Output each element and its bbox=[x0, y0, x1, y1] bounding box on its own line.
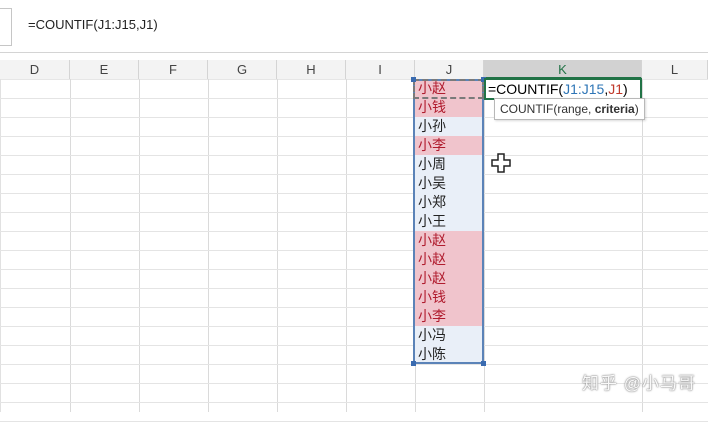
grid-row-line bbox=[0, 212, 708, 213]
selection-handle-bottom-right[interactable] bbox=[481, 361, 486, 366]
grid-row-line bbox=[0, 269, 708, 270]
grid-column-line bbox=[346, 79, 347, 412]
selection-handle-bottom-left[interactable] bbox=[411, 361, 416, 366]
cell-j1[interactable]: 小赵 bbox=[415, 79, 483, 98]
column-header-d[interactable]: D bbox=[0, 60, 70, 79]
grid-row-line bbox=[0, 345, 708, 346]
cell-j12[interactable]: 小钱 bbox=[415, 288, 483, 307]
grid-row-line bbox=[0, 136, 708, 137]
grid-column-line bbox=[642, 79, 643, 412]
grid-column-line bbox=[70, 79, 71, 412]
formula-input[interactable]: =COUNTIF(J1:J15,J1) bbox=[28, 17, 158, 32]
cell-j8[interactable]: 小王 bbox=[415, 212, 483, 231]
cell-j9[interactable]: 小赵 bbox=[415, 231, 483, 250]
formula-prefix: =COUNTIF( bbox=[488, 81, 564, 97]
grid-column-line bbox=[277, 79, 278, 412]
cell-j3[interactable]: 小孙 bbox=[415, 117, 483, 136]
watermark: 知乎 @小马哥 bbox=[582, 374, 696, 393]
function-tooltip: COUNTIF(range, criteria) bbox=[494, 98, 645, 120]
cell-j4[interactable]: 小李 bbox=[415, 136, 483, 155]
tooltip-signature: COUNTIF(range, bbox=[500, 102, 595, 116]
column-header-row: DEFGHIJKL bbox=[0, 60, 708, 80]
cell-j10[interactable]: 小赵 bbox=[415, 250, 483, 269]
formula-criteria-ref: J1 bbox=[608, 81, 623, 97]
grid-row-line bbox=[0, 231, 708, 232]
cell-j7[interactable]: 小郑 bbox=[415, 193, 483, 212]
grid-row-line bbox=[0, 326, 708, 327]
name-box[interactable] bbox=[0, 8, 12, 46]
grid-row-line bbox=[0, 402, 708, 403]
column-header-i[interactable]: I bbox=[346, 60, 415, 79]
cell-j13[interactable]: 小李 bbox=[415, 307, 483, 326]
formula-bar: =COUNTIF(J1:J15,J1) bbox=[0, 0, 708, 53]
grid-row-line bbox=[0, 364, 708, 365]
grid-row-line bbox=[0, 288, 708, 289]
cell-j14[interactable]: 小冯 bbox=[415, 326, 483, 345]
cell-j2[interactable]: 小钱 bbox=[415, 98, 483, 117]
grid-row-line bbox=[0, 307, 708, 308]
column-header-k[interactable]: K bbox=[484, 60, 642, 79]
worksheet-grid[interactable] bbox=[0, 79, 708, 412]
column-header-h[interactable]: H bbox=[277, 60, 346, 79]
grid-column-line bbox=[139, 79, 140, 412]
grid-row-line bbox=[0, 193, 708, 194]
selection-handle-top-left[interactable] bbox=[411, 77, 416, 82]
cross-cursor-icon bbox=[491, 153, 511, 173]
column-header-g[interactable]: G bbox=[208, 60, 277, 79]
formula-range-ref: J1:J15 bbox=[563, 81, 605, 97]
column-header-l[interactable]: L bbox=[642, 60, 708, 79]
formula-suffix: ) bbox=[623, 81, 628, 97]
grid-row-line bbox=[0, 250, 708, 251]
column-header-e[interactable]: E bbox=[70, 60, 139, 79]
grid-column-line bbox=[208, 79, 209, 412]
column-header-j[interactable]: J bbox=[415, 60, 484, 79]
cell-j5[interactable]: 小周 bbox=[415, 155, 483, 174]
tooltip-close: ) bbox=[634, 102, 639, 116]
column-header-f[interactable]: F bbox=[139, 60, 208, 79]
cell-k1-editing[interactable]: =COUNTIF(J1:J15,J1) bbox=[484, 78, 642, 100]
cell-j6[interactable]: 小吴 bbox=[415, 174, 483, 193]
grid-row-line bbox=[0, 174, 708, 175]
cell-j15[interactable]: 小陈 bbox=[415, 345, 483, 364]
tooltip-current-arg: criteria bbox=[594, 102, 635, 116]
cell-j11[interactable]: 小赵 bbox=[415, 269, 483, 288]
grid-row-line bbox=[0, 155, 708, 156]
